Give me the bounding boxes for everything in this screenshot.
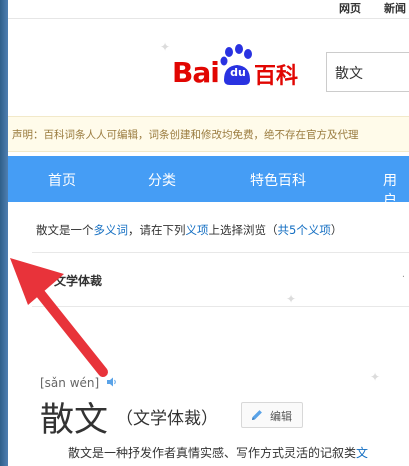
pencil-icon xyxy=(252,410,262,420)
nav-link-web[interactable]: 网页 xyxy=(339,0,361,16)
speaker-icon[interactable] xyxy=(106,377,118,387)
summary-link[interactable]: 文 xyxy=(356,446,368,460)
menu-item-featured[interactable]: 特色百科 xyxy=(250,170,306,190)
sense-item-literary-genre[interactable]: 文学体裁 xyxy=(54,272,102,289)
summary-text: 散文是一种抒发作者真情实感、写作方式灵活的记叙类 xyxy=(68,446,357,460)
divider xyxy=(32,306,409,307)
sense-more-marker: · xyxy=(401,272,405,283)
polysemy-text-3: 上选择浏览（ xyxy=(208,223,278,237)
notice-text: 声明：百科词条人人可编辑，词条创建和修改均免费，绝不存在官方及代理 xyxy=(12,129,359,141)
search-value: 散文 xyxy=(335,66,363,82)
logo-bai-text: Bai xyxy=(172,56,220,89)
sparkle-decoration: ✦ xyxy=(160,40,171,54)
nav-link-news[interactable]: 新闻 xyxy=(384,0,406,16)
page-subtitle: （文学体裁） xyxy=(116,409,218,429)
polysemy-text-4: ） xyxy=(330,223,343,237)
summary-paragraph: 散文是一种抒发作者真情实感、写作方式灵活的记叙类文 xyxy=(68,444,368,461)
search-input[interactable]: 散文 xyxy=(326,52,409,92)
polysemy-text-1: 是一个 xyxy=(59,223,94,237)
notice-bar: 声明：百科词条人人可编辑，词条创建和修改均免费，绝不存在官方及代理 xyxy=(8,116,409,152)
baidu-baike-logo[interactable]: Bai du 百科 xyxy=(170,44,320,92)
sparkle-decoration: ✦ xyxy=(286,292,297,306)
polysemy-notice: 散文是一个多义词，请在下列义项上选择浏览（共5个义项） xyxy=(36,222,342,238)
sense-link[interactable]: 义项 xyxy=(186,223,209,237)
pinyin: [sǎn wén] xyxy=(40,376,100,390)
logo-du-text: du xyxy=(230,66,246,79)
top-nav: 网页 新闻 xyxy=(8,0,409,19)
polysemy-text-2: ，请在下列 xyxy=(128,223,186,237)
polysemy-link[interactable]: 多义词 xyxy=(94,223,129,237)
main-menu: 首页 分类 特色百科 用户 xyxy=(8,156,409,209)
all-senses-link[interactable]: 共5个义项 xyxy=(278,223,331,237)
edit-button[interactable]: 编辑 xyxy=(241,402,303,428)
logo-baike-text: 百科 xyxy=(254,64,299,89)
page-title: 散文 xyxy=(40,400,108,440)
menu-item-home[interactable]: 首页 xyxy=(48,170,76,190)
menu-item-user[interactable]: 用户 xyxy=(383,170,409,210)
menu-item-category[interactable]: 分类 xyxy=(148,170,176,190)
divider xyxy=(32,252,409,253)
window-left-edge xyxy=(0,0,8,466)
polysemy-term: 散文 xyxy=(36,223,59,237)
edit-label: 编辑 xyxy=(270,410,292,423)
sparkle-decoration: ✦ xyxy=(370,370,381,384)
